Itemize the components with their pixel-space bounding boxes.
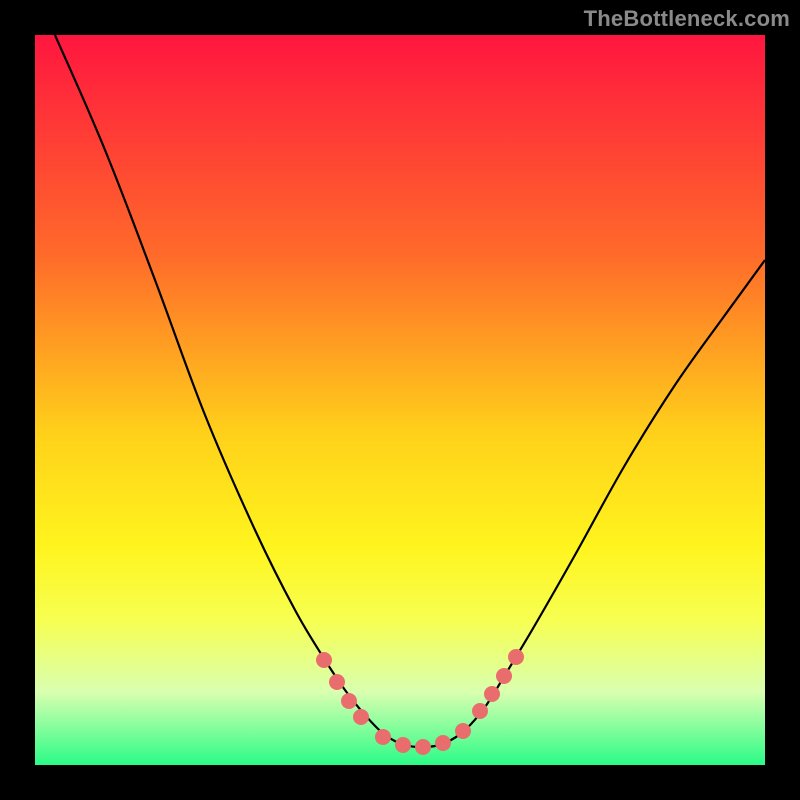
marker-dot bbox=[472, 703, 488, 719]
marker-dot bbox=[316, 652, 332, 668]
marker-dot bbox=[353, 709, 369, 725]
marker-dot bbox=[496, 668, 512, 684]
watermark-text: TheBottleneck.com bbox=[584, 6, 790, 32]
bottleneck-curve bbox=[55, 35, 765, 747]
plot-area bbox=[35, 35, 765, 765]
marker-dot bbox=[329, 674, 345, 690]
marker-dot bbox=[455, 723, 471, 739]
marker-dot bbox=[508, 649, 524, 665]
curve-svg bbox=[35, 35, 765, 765]
marker-dot bbox=[415, 739, 431, 755]
marker-dot bbox=[341, 693, 357, 709]
marker-dot bbox=[435, 735, 451, 751]
marker-dot bbox=[395, 737, 411, 753]
chart-frame: TheBottleneck.com bbox=[0, 0, 800, 800]
marker-dot bbox=[375, 729, 391, 745]
marker-dot bbox=[484, 686, 500, 702]
highlight-markers bbox=[316, 649, 524, 755]
